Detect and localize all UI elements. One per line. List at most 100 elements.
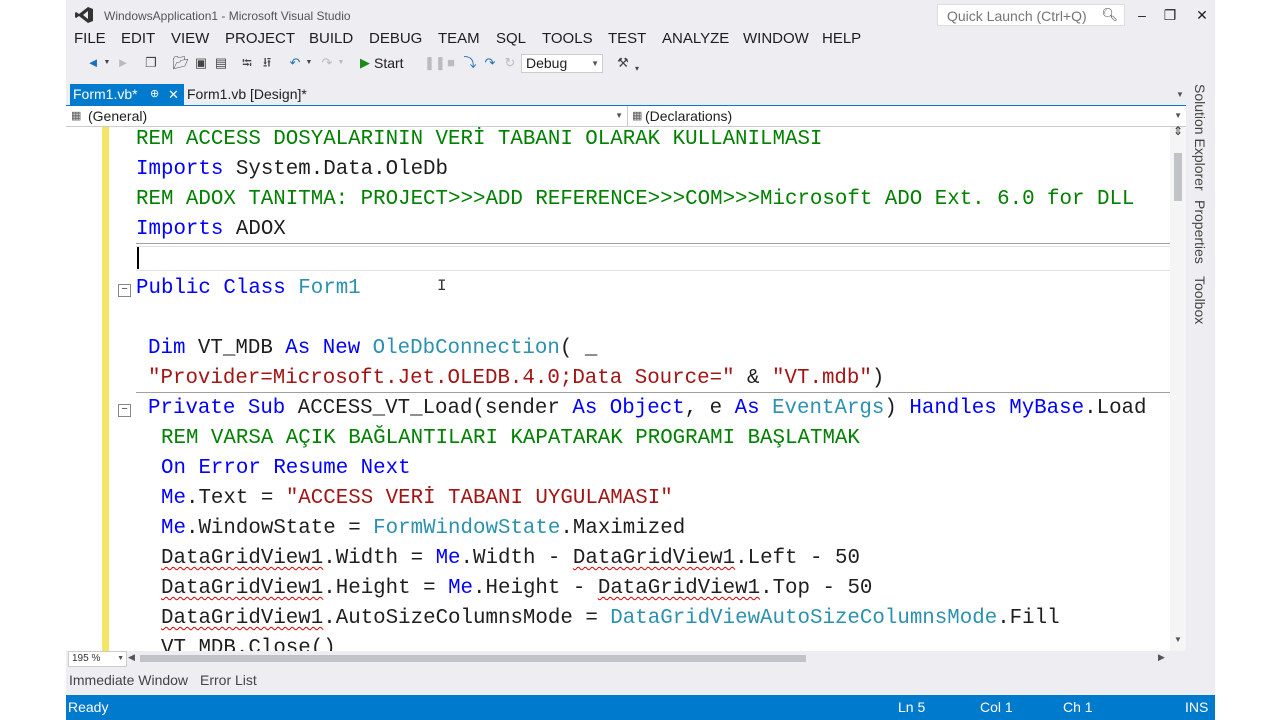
menu-sql[interactable]: SQL [496,30,526,48]
stop-icon[interactable]: ■ [444,52,458,74]
code-line-10[interactable]: Private Sub ACCESS_VT_Load(sender As Obj… [148,397,1147,421]
keyword: Private Sub [148,397,286,420]
start-icon[interactable]: ▶ [358,52,372,74]
navigate-back-icon[interactable]: ◄ [84,52,102,74]
code-editor[interactable]: REM ACCESS DOSYALARININ VERİ TABANI OLAR… [66,127,1170,651]
close-button[interactable]: ✕ [1188,4,1215,26]
pause-icon[interactable]: ❚❚ [424,52,446,74]
code-text: ACCESS_VT_Load(sender [285,397,573,420]
code-line-9[interactable]: "Provider=Microsoft.Jet.OLEDB.4.0;Data S… [148,367,884,391]
keyword: Me [448,577,474,600]
split-handle-icon[interactable]: ⇕ [1173,124,1183,138]
collapse-icon[interactable]: − [118,284,131,297]
change-tracking-margin [102,127,109,651]
solution-explorer-tab[interactable]: Solution Explorer [1192,84,1208,191]
menu-tools[interactable]: TOOLS [542,30,593,48]
step-over-icon[interactable]: ↷ [482,52,498,74]
menu-file[interactable]: FILE [74,30,106,48]
collapse-icon[interactable]: − [118,404,131,417]
code-text: , e [684,397,735,420]
redo-icon[interactable]: ↷ [318,52,336,74]
class-name-dropdown[interactable]: ▦ (General) ▼ [66,106,628,126]
horizontal-scroll-thumb[interactable] [140,655,806,662]
menu-window[interactable]: WINDOW [743,30,809,48]
toolbar-overflow-icon[interactable]: ▾ [632,58,642,80]
close-tab-icon[interactable]: ✕ [168,84,179,105]
status-line: Ln 5 [898,699,926,715]
restore-button[interactable]: ❐ [1156,4,1184,26]
undo-dropdown-icon[interactable]: ▼ [304,52,314,74]
quick-launch-input[interactable] [945,7,1099,25]
menu-test[interactable]: TEST [608,30,646,48]
chevron-down-icon: ▼ [591,59,599,68]
save-all-icon[interactable]: ▤ [212,52,230,74]
code-line-18[interactable]: VT_MDB.Close() [161,637,336,651]
code-line-3[interactable]: REM ADOX TANITMA: PROJECT>>>ADD REFERENC… [136,188,1134,212]
solution-configuration-select[interactable]: Debug ▼ [521,54,603,73]
code-line-4[interactable]: Imports ADOX [136,218,286,242]
code-text: .Load [1084,397,1147,420]
code-line-11[interactable]: REM VARSA AÇIK BAĞLANTILARI KAPATARAK PR… [161,427,860,451]
uncomment-icon[interactable]: ⭿ [258,52,276,74]
toolbox-tab[interactable]: Toolbox [1192,276,1208,324]
new-project-icon[interactable]: ❐ [142,52,160,74]
code-text: ADOX [223,218,286,241]
error-identifier: DataGridView1 [572,547,736,570]
chevron-down-icon[interactable]: ▼ [102,52,112,74]
menu-view[interactable]: VIEW [171,30,209,48]
document-tab-strip: Form1.vb* ⊕ ✕ Form1.vb [Design]* ▼ [66,84,1191,107]
immediate-window-tab[interactable]: Immediate Window [69,670,188,690]
scroll-down-icon[interactable]: ▼ [1174,635,1182,644]
type-name: OleDbConnection [372,337,560,360]
scroll-left-icon[interactable]: ◀ [128,652,135,663]
attach-icon[interactable]: ⚒ [614,52,632,74]
code-text: .Width - [460,547,573,570]
menu-team[interactable]: TEAM [438,30,480,48]
tab-form1-design[interactable]: Form1.vb [Design]* [187,84,327,105]
code-line-6[interactable]: Public Class Form1 [136,277,361,301]
menu-project[interactable]: PROJECT [225,30,295,48]
code-line-8[interactable]: Dim VT_MDB As New OleDbConnection( _ [148,337,597,361]
zoom-level-select[interactable]: 195 % ▼ [68,651,127,667]
code-line-12[interactable]: On Error Resume Next [161,457,411,481]
menu-edit[interactable]: EDIT [121,30,155,48]
status-column: Col 1 [980,699,1013,715]
navigate-forward-icon[interactable]: ► [114,52,132,74]
open-file-icon[interactable]: 📂︎ [172,52,190,74]
code-line-15[interactable]: DataGridView1.Width = Me.Width - DataGri… [161,547,860,571]
step-into-icon[interactable]: ⤵ [462,52,478,74]
configuration-value: Debug [526,55,568,71]
tab-list-dropdown-icon[interactable]: ▼ [1176,90,1184,99]
code-line-17[interactable]: DataGridView1.AutoSizeColumnsMode = Data… [161,607,1060,631]
scroll-thumb[interactable] [1174,153,1182,201]
redo-dropdown-icon[interactable]: ▼ [336,52,346,74]
code-line-13[interactable]: Me.Text = "ACCESS VERİ TABANI UYGULAMASI… [161,487,673,511]
keyword: Imports [136,158,224,181]
step-out-icon[interactable]: ↻ [502,52,518,74]
status-bar: Ready Ln 5 Col 1 Ch 1 INS [66,695,1215,720]
minimize-button[interactable]: ‒ [1128,4,1156,26]
code-text: .Left - 50 [735,547,860,570]
tab-form1-vb[interactable]: Form1.vb* ⊕ ✕ [70,84,184,105]
menu-debug[interactable]: DEBUG [369,30,422,48]
vertical-scrollbar[interactable]: ⇕ ▼ [1170,124,1186,651]
keyword: Object [609,397,685,420]
menu-help[interactable]: HELP [822,30,861,48]
comment-icon[interactable]: ⭾ [238,52,256,74]
menu-analyze[interactable]: ANALYZE [662,30,729,48]
code-line-2[interactable]: Imports System.Data.OleDb [136,158,448,182]
menu-build[interactable]: BUILD [309,30,353,48]
pin-icon[interactable]: ⊕ [150,84,159,105]
properties-tab[interactable]: Properties [1192,200,1208,264]
error-list-tab[interactable]: Error List [200,670,257,690]
undo-icon[interactable]: ↶ [286,52,304,74]
method-name-dropdown[interactable]: ▦ (Declarations) ▼ [628,106,1186,126]
code-line-14[interactable]: Me.WindowState = FormWindowState.Maximiz… [161,517,685,541]
search-icon[interactable]: 🔍︎ [1101,7,1118,23]
code-line-16[interactable]: DataGridView1.Height = Me.Height - DataG… [161,577,872,601]
start-button[interactable]: Start [374,52,414,74]
save-icon[interactable]: ▣ [192,52,210,74]
scroll-right-icon[interactable]: ▶ [1158,652,1165,663]
quick-launch-box[interactable]: 🔍︎ [937,4,1125,26]
code-line-1[interactable]: REM ACCESS DOSYALARININ VERİ TABANI OLAR… [136,128,822,152]
